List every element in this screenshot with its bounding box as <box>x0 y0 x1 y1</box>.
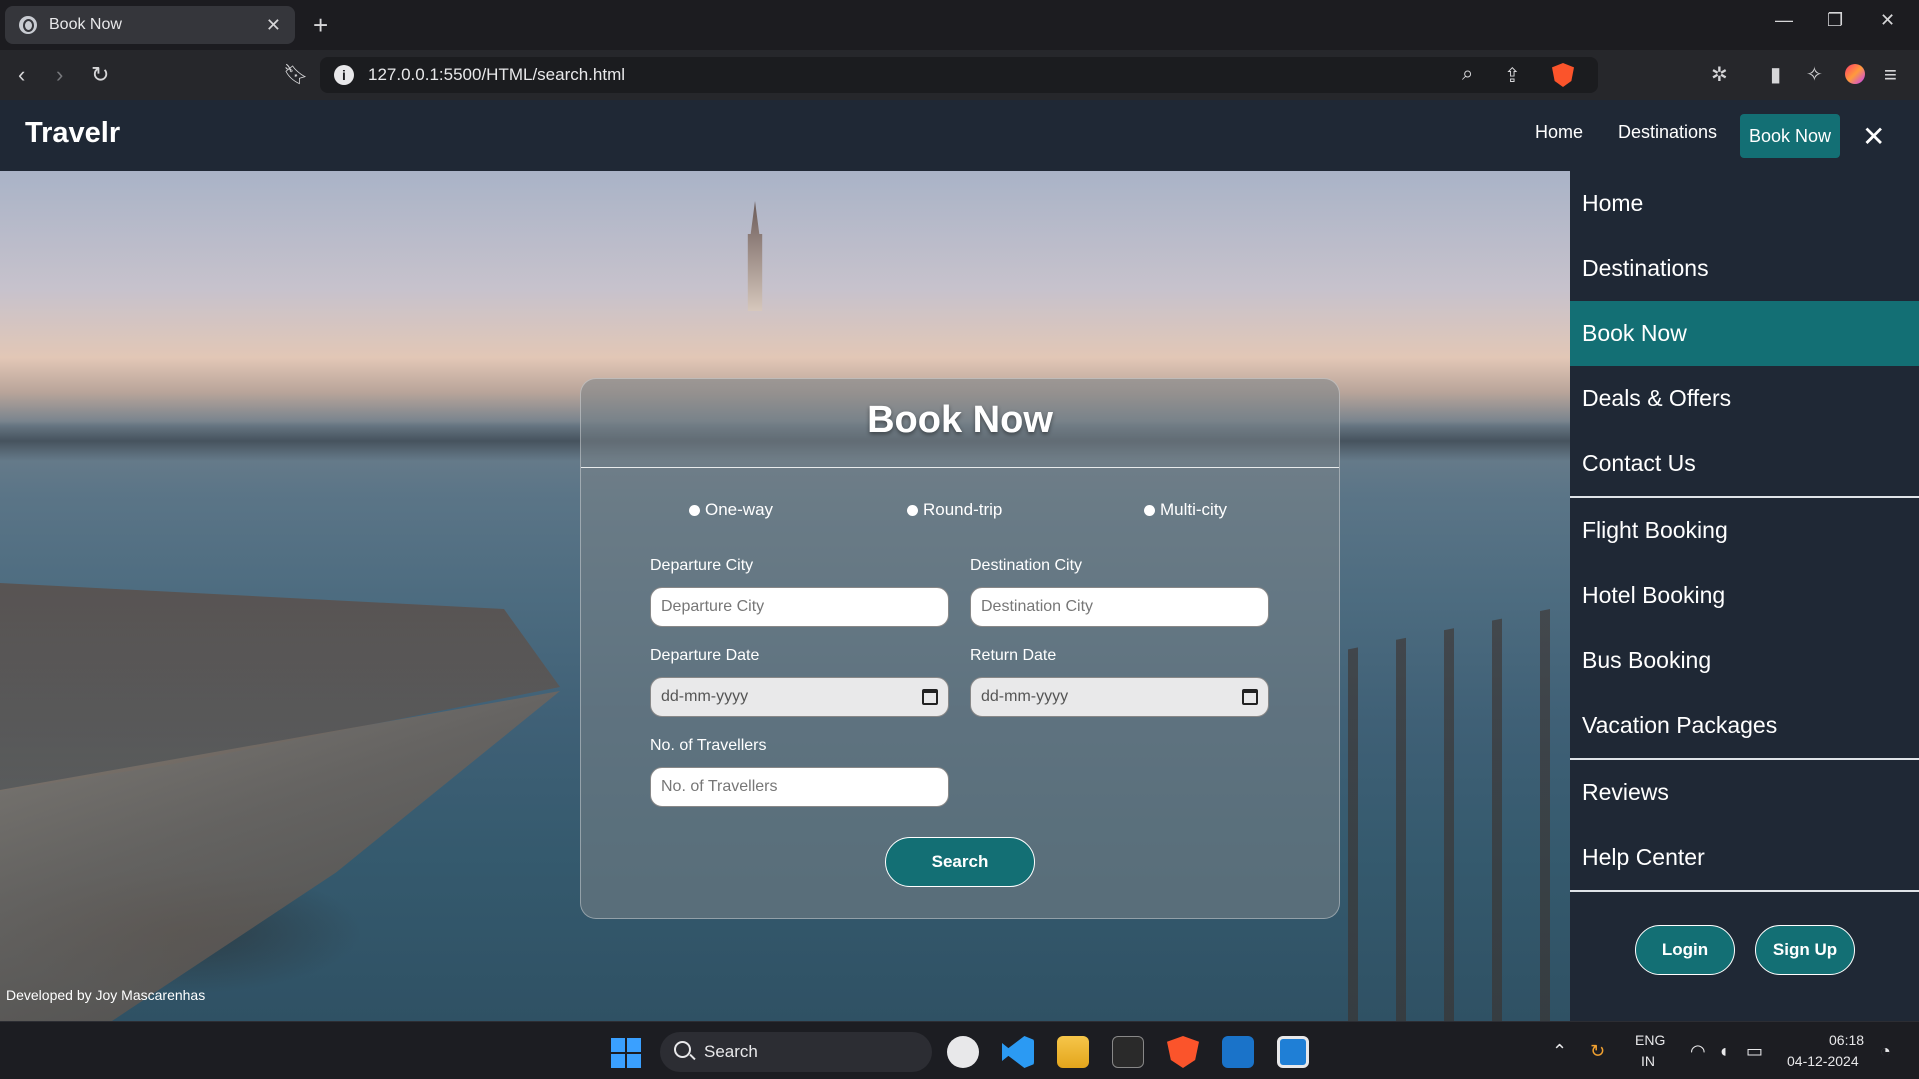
search-icon <box>674 1041 691 1058</box>
side-item-vacation-packages[interactable]: Vacation Packages <box>1570 693 1919 758</box>
hero-background-image: Developed by Joy Mascarenhas Book Now On… <box>0 171 1570 1021</box>
travellers-label: No. of Travellers <box>650 737 767 754</box>
minimize-icon[interactable]: — <box>1775 10 1793 31</box>
side-item-deals-offers[interactable]: Deals & Offers <box>1570 366 1919 431</box>
notification-icon[interactable]: ◔ <box>1880 1041 1891 1062</box>
forward-icon[interactable]: › <box>56 62 63 88</box>
departure-city-input[interactable]: Departure City <box>650 587 949 627</box>
share-icon[interactable]: ⇪ <box>1504 63 1521 88</box>
side-item-home[interactable]: Home <box>1570 171 1919 236</box>
side-item-help-center[interactable]: Help Center <box>1570 825 1919 890</box>
side-item-destinations[interactable]: Destinations <box>1570 236 1919 301</box>
leo-ai-icon[interactable]: ✧ <box>1806 62 1823 88</box>
language-region[interactable]: IN <box>1641 1053 1655 1069</box>
github-icon[interactable] <box>947 1036 979 1068</box>
menu-icon[interactable]: ≡ <box>1884 62 1897 88</box>
clock-date[interactable]: 04-12-2024 <box>1787 1053 1859 1069</box>
radio-multi-city[interactable]: Multi-city <box>1144 500 1227 520</box>
vscode-icon[interactable] <box>1002 1036 1034 1068</box>
date-placeholder: dd-mm-yyyy <box>661 688 749 705</box>
departure-date-label: Departure Date <box>650 647 760 664</box>
reload-icon[interactable]: ↻ <box>91 62 109 88</box>
calendar-icon[interactable] <box>1242 689 1258 705</box>
zoom-icon[interactable]: ⌕ <box>1462 63 1473 86</box>
side-item-hotel-booking[interactable]: Hotel Booking <box>1570 563 1919 628</box>
developer-credit: Developed by Joy Mascarenhas <box>6 987 206 1003</box>
signup-button[interactable]: Sign Up <box>1755 925 1855 975</box>
brave-browser-icon[interactable] <box>1167 1036 1199 1068</box>
battery-icon[interactable]: ▭ <box>1746 1041 1763 1062</box>
window-close-icon[interactable]: ✕ <box>1880 10 1895 31</box>
destination-city-input[interactable]: Destination City <box>970 587 1269 627</box>
side-item-bus-booking[interactable]: Bus Booking <box>1570 628 1919 693</box>
sidebar-icon[interactable]: ▮ <box>1770 62 1781 88</box>
profile-icon[interactable] <box>1845 64 1865 84</box>
windows-start-icon[interactable] <box>611 1038 641 1068</box>
bell-tower <box>747 201 763 311</box>
divider <box>581 467 1339 468</box>
volume-icon[interactable]: ◖ <box>1718 1041 1729 1062</box>
radio-label: Round-trip <box>923 500 1003 519</box>
page: Travelr Home Destinations Book Now ✕ Dev… <box>0 100 1919 1021</box>
radio-button[interactable] <box>689 504 700 516</box>
radio-label: One-way <box>705 500 774 519</box>
nav-destinations[interactable]: Destinations <box>1618 122 1717 143</box>
departure-city-label: Departure City <box>650 557 754 574</box>
address-bar[interactable]: i 127.0.0.1:5500/HTML/search.html ⌕ ⇪ <box>320 57 1598 93</box>
new-tab-icon[interactable]: + <box>313 10 328 40</box>
booking-title: Book Now <box>867 399 1053 441</box>
restore-icon[interactable]: ❐ <box>1827 10 1843 31</box>
side-item-flight-booking[interactable]: Flight Booking <box>1570 498 1919 563</box>
side-item-contact-us[interactable]: Contact Us <box>1570 431 1919 496</box>
outlook-icon[interactable] <box>1222 1036 1254 1068</box>
date-placeholder: dd-mm-yyyy <box>981 688 1069 705</box>
side-menu: Home Destinations Book Now Deals & Offer… <box>1570 171 1919 1021</box>
back-icon[interactable]: ‹ <box>18 62 25 88</box>
sync-icon[interactable]: ↻ <box>1590 1041 1605 1062</box>
clock-time[interactable]: 06:18 <box>1829 1032 1864 1048</box>
globe-icon <box>19 16 37 34</box>
taskbar: Search ⌃ ↻ ENG IN ◠ ◖ ▭ 06:18 04-12-2024… <box>0 1021 1919 1079</box>
browser-tab[interactable]: Book Now ✕ <box>5 6 295 44</box>
site-info-icon[interactable]: i <box>334 65 354 85</box>
language-code[interactable]: ENG <box>1635 1032 1665 1048</box>
taskbar-search[interactable]: Search <box>660 1032 932 1072</box>
nav-home[interactable]: Home <box>1535 122 1583 143</box>
radio-one-way[interactable]: One-way <box>689 500 773 520</box>
nav-book-now[interactable]: Book Now <box>1740 114 1840 158</box>
url-text: 127.0.0.1:5500/HTML/search.html <box>368 65 626 84</box>
bookmark-icon[interactable]: 🔖︎ <box>283 62 308 88</box>
return-date-label: Return Date <box>970 647 1057 664</box>
travellers-input[interactable]: No. of Travellers <box>650 767 949 807</box>
browser-tabstrip: Book Now ✕ + — ❐ ✕ <box>0 0 1919 50</box>
file-explorer-icon[interactable] <box>1057 1036 1089 1068</box>
wifi-icon[interactable]: ◠ <box>1690 1041 1706 1062</box>
close-menu-icon[interactable]: ✕ <box>1862 120 1885 153</box>
chevron-up-icon[interactable]: ⌃ <box>1552 1041 1567 1062</box>
search-button[interactable]: Search <box>885 837 1035 887</box>
mooring-poles <box>1310 605 1570 1021</box>
tab-close-icon[interactable]: ✕ <box>266 15 281 36</box>
departure-date-input[interactable]: dd-mm-yyyy <box>650 677 949 717</box>
return-date-input[interactable]: dd-mm-yyyy <box>970 677 1269 717</box>
epic-games-icon[interactable] <box>1112 1036 1144 1068</box>
side-item-book-now[interactable]: Book Now <box>1570 301 1919 366</box>
taskbar-search-text: Search <box>704 1042 758 1061</box>
tab-title: Book Now <box>49 16 122 33</box>
brand-logo[interactable]: Travelr <box>25 117 120 150</box>
booking-form: Book Now One-way Round-trip Multi-city D… <box>580 378 1340 919</box>
brave-shields-icon[interactable] <box>1552 63 1574 87</box>
destination-city-label: Destination City <box>970 557 1083 574</box>
login-button[interactable]: Login <box>1635 925 1735 975</box>
side-item-reviews[interactable]: Reviews <box>1570 760 1919 825</box>
extensions-icon[interactable]: ✲ <box>1711 62 1728 88</box>
radio-button[interactable] <box>907 504 918 516</box>
radio-button[interactable] <box>1144 504 1155 516</box>
site-navbar: Travelr Home Destinations Book Now ✕ <box>0 100 1919 171</box>
radio-label: Multi-city <box>1160 500 1228 519</box>
app-window-icon[interactable] <box>1277 1036 1309 1068</box>
radio-round-trip[interactable]: Round-trip <box>907 500 1002 520</box>
side-divider <box>1570 890 1919 892</box>
calendar-icon[interactable] <box>922 689 938 705</box>
